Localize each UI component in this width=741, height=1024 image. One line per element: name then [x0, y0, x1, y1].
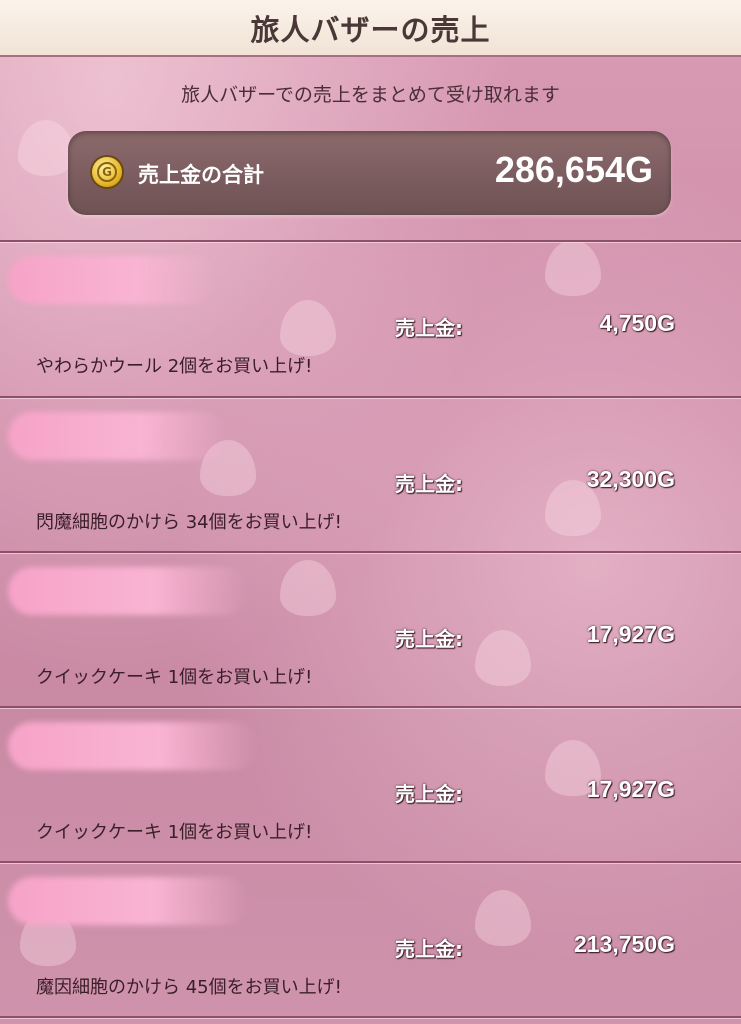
title-bar: 旅人バザーの売上 [0, 0, 741, 57]
sale-description: 閃魔細胞のかけら 34個をお買い上げ! [36, 512, 342, 533]
sale-amount-value: 32,300G [586, 466, 675, 492]
sale-row[interactable]: 売上金: 32,300G 閃魔細胞のかけら 34個をお買い上げ! [0, 398, 741, 553]
sale-row[interactable]: 売上金: 17,927G クイックケーキ 1個をお買い上げ! [0, 708, 741, 863]
coin-glyph: G [97, 162, 117, 182]
page-title: 旅人バザーの売上 [250, 12, 491, 47]
sale-amount-label: 売上金: [395, 782, 463, 806]
total-sales-panel: G 売上金の合計 286,654G [68, 131, 671, 215]
total-value: 286,654G [494, 149, 653, 190]
sale-amount-label: 売上金: [395, 316, 463, 340]
sale-row[interactable]: 売上金: 17,927G クイックケーキ 1個をお買い上げ! [0, 553, 741, 708]
gold-coin-icon: G [92, 157, 122, 187]
redacted-buyer-name [8, 567, 248, 615]
redacted-buyer-name [8, 877, 248, 925]
subtitle: 旅人バザーでの売上をまとめて受け取れます [181, 84, 560, 106]
sale-row[interactable]: 売上金: 4,750G やわらかウール 2個をお買い上げ! [0, 242, 741, 397]
sale-row[interactable]: 売上金: 213,750G 魔因細胞のかけら 45個をお買い上げ! [0, 863, 741, 1018]
redacted-buyer-name [8, 722, 258, 770]
divider [0, 1016, 741, 1018]
sale-amount-label: 売上金: [395, 627, 463, 651]
sale-description: 魔因細胞のかけら 45個をお買い上げ! [36, 977, 342, 998]
sale-amount-value: 213,750G [573, 931, 675, 957]
total-label: 売上金の合計 [138, 163, 264, 187]
sale-amount-value: 17,927G [586, 621, 675, 647]
sale-amount-label: 売上金: [395, 937, 463, 961]
sale-amount-value: 17,927G [586, 776, 675, 802]
sale-description: やわらかウール 2個をお買い上げ! [36, 356, 313, 377]
bazaar-sales-screen: 旅人バザーの売上 旅人バザーでの売上をまとめて受け取れます G 売上金の合計 2… [0, 0, 741, 1024]
redacted-buyer-name [8, 256, 218, 304]
sale-amount-label: 売上金: [395, 472, 463, 496]
redacted-buyer-name [8, 412, 228, 460]
sale-description: クイックケーキ 1個をお買い上げ! [36, 822, 313, 843]
sale-description: クイックケーキ 1個をお買い上げ! [36, 667, 313, 688]
slime-silhouette-decoration [18, 120, 74, 176]
sale-amount-value: 4,750G [599, 310, 675, 336]
